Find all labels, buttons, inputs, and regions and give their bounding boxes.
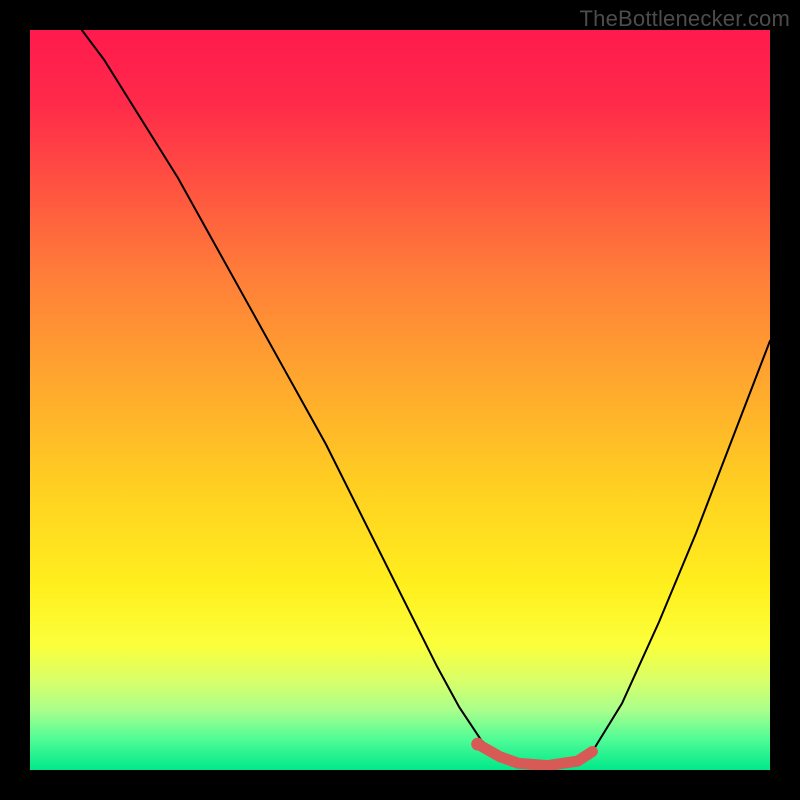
watermark-text: TheBottlenecker.com (580, 6, 790, 32)
right-curve-path (592, 341, 770, 752)
highlight-start-dot (471, 738, 484, 751)
curve-svg (30, 30, 770, 770)
highlight-segment (478, 744, 593, 765)
chart-frame: TheBottlenecker.com (0, 0, 800, 800)
plot-area (30, 30, 770, 770)
left-curve-path (82, 30, 593, 766)
